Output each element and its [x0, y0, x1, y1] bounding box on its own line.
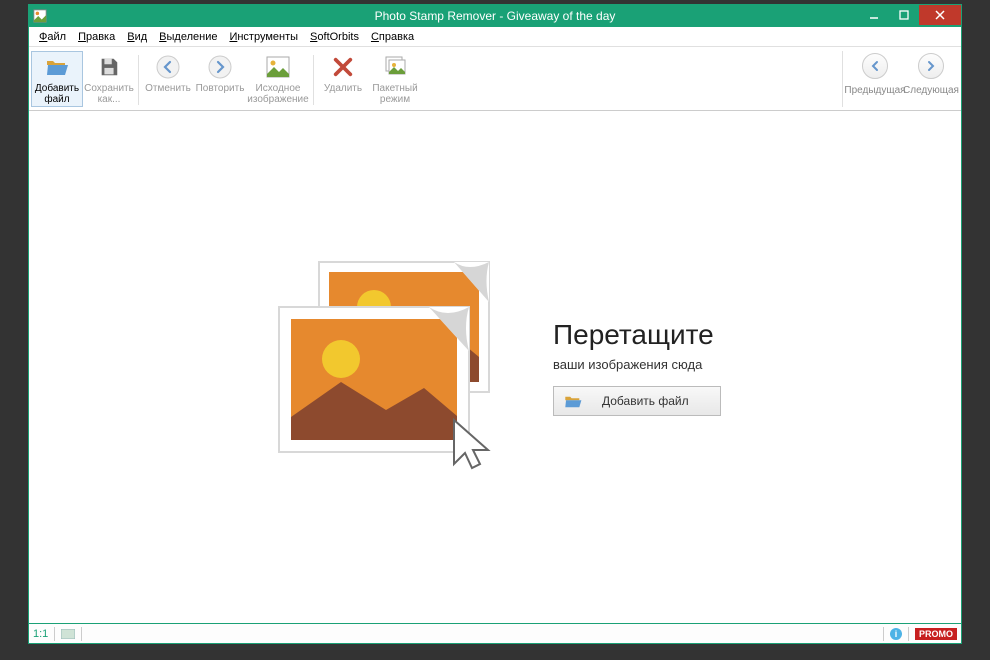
window-title: Photo Stamp Remover - Giveaway of the da…	[375, 9, 616, 23]
zoom-indicator[interactable]: 1:1	[33, 628, 48, 640]
menu-view-key: В	[127, 31, 134, 43]
arrow-right-icon	[207, 54, 233, 80]
status-left: 1:1	[33, 627, 82, 641]
image-small-icon	[61, 629, 75, 639]
toolbar-edit-group: Отменить Повторить Исходное изображение	[142, 51, 310, 107]
delete-x-icon	[330, 54, 356, 80]
chevron-right-icon	[918, 53, 944, 79]
toolbar: Добавить файл Сохранить как... Отменить	[29, 47, 961, 111]
menu-view[interactable]: Вид	[121, 29, 153, 45]
toolbar-separator	[313, 55, 314, 105]
save-as-label: Сохранить как...	[84, 83, 134, 105]
window-controls	[859, 5, 961, 27]
status-bar: 1:1 i PROMO	[29, 623, 961, 643]
chevron-left-icon	[862, 53, 888, 79]
minimize-button[interactable]	[859, 5, 889, 25]
folder-open-icon	[44, 54, 70, 80]
toolbar-action-group: Удалить Пакетный режим	[317, 51, 421, 107]
next-image-button[interactable]: Следующая	[903, 51, 959, 107]
save-as-button[interactable]: Сохранить как...	[83, 51, 135, 107]
status-divider	[81, 627, 82, 641]
menu-selection[interactable]: Выделение	[153, 29, 223, 45]
image-icon	[265, 54, 291, 80]
toolbar-nav-group: Предыдущая Следующая	[842, 51, 959, 107]
drop-text: Перетащите ваши изображения сюда Добавит…	[553, 319, 721, 416]
menu-file[interactable]: Файл	[33, 29, 72, 45]
menu-softorbits[interactable]: SoftOrbits	[304, 29, 365, 45]
toolbar-file-group: Добавить файл Сохранить как...	[31, 51, 135, 107]
next-label: Следующая	[903, 85, 959, 96]
drop-add-file-button[interactable]: Добавить файл	[553, 386, 721, 416]
menu-help[interactable]: Справка	[365, 29, 420, 45]
close-button[interactable]	[919, 5, 961, 25]
info-icon[interactable]: i	[890, 628, 902, 640]
main-canvas[interactable]: Перетащите ваши изображения сюда Добавит…	[29, 111, 961, 623]
menu-edit[interactable]: Правка	[72, 29, 121, 45]
drop-zone: Перетащите ваши изображения сюда Добавит…	[269, 252, 721, 482]
drop-heading: Перетащите	[553, 319, 721, 351]
delete-label: Удалить	[324, 83, 362, 94]
original-image-button[interactable]: Исходное изображение	[246, 51, 310, 107]
folder-open-icon	[564, 394, 582, 408]
batch-mode-label: Пакетный режим	[370, 83, 420, 105]
batch-icon	[382, 54, 408, 80]
promo-badge[interactable]: PROMO	[915, 628, 957, 640]
title-bar: Photo Stamp Remover - Giveaway of the da…	[29, 5, 961, 27]
save-icon	[96, 54, 122, 80]
prev-image-button[interactable]: Предыдущая	[847, 51, 903, 107]
menu-tools[interactable]: Инструменты	[223, 29, 304, 45]
redo-button[interactable]: Повторить	[194, 51, 246, 107]
toolbar-separator	[138, 55, 139, 105]
status-divider	[908, 627, 909, 641]
drop-illustration-icon	[269, 252, 529, 482]
undo-button[interactable]: Отменить	[142, 51, 194, 107]
drop-add-file-label: Добавить файл	[602, 394, 689, 408]
add-file-label: Добавить файл	[32, 83, 82, 105]
status-divider	[54, 627, 55, 641]
arrow-left-icon	[155, 54, 181, 80]
original-image-label: Исходное изображение	[247, 83, 309, 105]
drop-subheading: ваши изображения сюда	[553, 357, 721, 372]
redo-label: Повторить	[196, 83, 245, 94]
menu-edit-key: П	[78, 31, 86, 43]
add-file-button[interactable]: Добавить файл	[31, 51, 83, 107]
menu-bar: Файл Правка Вид Выделение Инструменты So…	[29, 27, 961, 47]
batch-mode-button[interactable]: Пакетный режим	[369, 51, 421, 107]
prev-label: Предыдущая	[844, 85, 905, 96]
app-window: Photo Stamp Remover - Giveaway of the da…	[28, 4, 962, 644]
maximize-button[interactable]	[889, 5, 919, 25]
status-divider	[883, 627, 884, 641]
app-icon	[33, 9, 47, 23]
delete-button[interactable]: Удалить	[317, 51, 369, 107]
menu-help-key: С	[371, 31, 379, 43]
undo-label: Отменить	[145, 83, 191, 94]
status-right: i PROMO	[883, 627, 957, 641]
menu-selection-key: В	[159, 31, 166, 43]
